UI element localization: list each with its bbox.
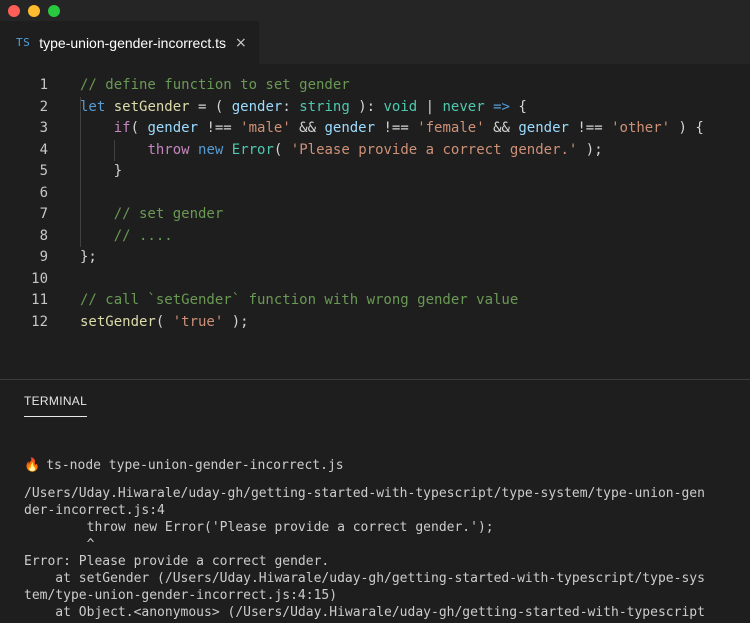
zoom-window-button[interactable] <box>48 5 60 17</box>
code-text: } <box>80 161 122 183</box>
line-number: 3 <box>39 120 48 136</box>
code-token: Error <box>231 141 274 158</box>
code-token: new <box>198 141 224 158</box>
minimize-window-button[interactable] <box>28 5 40 17</box>
line-number: 4 <box>39 141 48 158</box>
code-token: ( <box>130 120 148 136</box>
code-token: gender <box>518 120 569 136</box>
terminal-output-line: at Object.<anonymous> (/Users/Uday.Hiwar… <box>24 605 705 620</box>
fire-icon: 🔥 <box>24 458 41 473</box>
code-text: // set gender <box>80 204 224 226</box>
code-token: setGender <box>113 98 190 115</box>
code-token: setGender <box>80 313 156 330</box>
tab-terminal[interactable]: TERMINAL <box>24 394 88 417</box>
code-token: // set gender <box>113 206 224 222</box>
tab-file[interactable]: TS type-union-gender-incorrect.ts × <box>0 21 259 64</box>
code-token: !== <box>568 120 612 136</box>
code-token: void <box>383 98 418 115</box>
line-number: 7 <box>39 206 48 222</box>
terminal-output[interactable]: 🔥 ts-node type-union-gender-incorrect.js … <box>24 457 730 621</box>
code-token: gender <box>324 120 376 136</box>
terminal-command: ts-node type-union-gender-incorrect.js <box>46 458 344 473</box>
line-number: 1 <box>39 77 48 93</box>
code-token: => <box>493 98 510 115</box>
line-number: 8 <box>39 227 48 244</box>
code-token: !== <box>198 120 241 136</box>
code-token: // call `setGender` function with wrong … <box>80 292 519 308</box>
code-token: 'female' <box>417 120 485 136</box>
code-text: }; <box>80 247 97 269</box>
code-token: ); <box>577 141 603 158</box>
terminal-output-line: /Users/Uday.Hiwarale/uday-gh/getting-sta… <box>24 486 705 501</box>
close-icon[interactable]: × <box>235 35 247 51</box>
code-token: 'other' <box>611 120 671 136</box>
title-bar <box>0 0 750 21</box>
code-text: let setGender = ( gender: string ): void… <box>80 97 527 119</box>
editor-window: TS type-union-gender-incorrect.ts × 1 // … <box>0 0 750 623</box>
code-token: gender <box>231 98 283 115</box>
typescript-file-icon: TS <box>16 36 31 49</box>
code-token: && <box>484 120 519 136</box>
code-token: // define function to set gender <box>80 77 350 93</box>
terminal-output-line: ^ <box>24 537 95 552</box>
code-token: let <box>80 98 106 115</box>
code-text: // call `setGender` function with wrong … <box>80 290 518 312</box>
line-number: 2 <box>39 98 48 115</box>
terminal-panel: TERMINAL 🔥 ts-node type-union-gender-inco… <box>0 379 750 623</box>
code-token: : <box>282 98 300 115</box>
code-token: { <box>509 98 527 115</box>
code-text: // .... <box>80 226 173 248</box>
code-token: // .... <box>113 227 173 244</box>
line-number: 10 <box>31 270 48 287</box>
line-number: 9 <box>39 249 48 265</box>
code-token: 'Please provide a correct gender.' <box>290 141 578 158</box>
terminal-command-line: 🔥 ts-node type-union-gender-incorrect.js <box>24 457 730 474</box>
terminal-output-line: der-incorrect.js:4 <box>24 503 165 518</box>
code-token: ( <box>273 141 291 158</box>
code-token: ( <box>155 313 173 330</box>
code-token: throw <box>147 141 190 158</box>
code-text: if( gender !== 'male' && gender !== 'fem… <box>80 118 704 140</box>
code-token: 'true' <box>172 313 224 330</box>
line-number: 11 <box>31 292 48 308</box>
code-text: // define function to set gender <box>80 75 350 97</box>
code-token: ) { <box>670 120 704 136</box>
tab-bar: TS type-union-gender-incorrect.ts × <box>0 21 750 64</box>
terminal-output-line: tem/type-union-gender-incorrect.js:4:15) <box>24 588 338 603</box>
line-number: 12 <box>31 313 48 330</box>
terminal-spacer <box>24 474 730 485</box>
code-editor[interactable]: 1 // define function to set gender 2 let se… <box>0 64 750 379</box>
code-token: string <box>299 98 350 115</box>
terminal-output-line: throw new Error('Please provide a correc… <box>24 520 494 535</box>
code-token: ); <box>223 313 249 330</box>
code-token: if <box>113 120 131 136</box>
code-token: gender <box>147 120 199 136</box>
code-token: } <box>80 163 123 179</box>
code-text: throw new Error( 'Please provide a corre… <box>80 140 603 162</box>
code-token: never <box>442 98 485 115</box>
code-token: ): <box>349 98 384 115</box>
code-token: }; <box>80 249 97 265</box>
terminal-output-line: Error: Please provide a correct gender. <box>24 554 330 569</box>
terminal-output-line: at setGender (/Users/Uday.Hiwarale/uday-… <box>24 571 705 586</box>
code-token: && <box>290 120 325 136</box>
code-token: !== <box>375 120 418 136</box>
code-text: setGender( 'true' ); <box>80 312 249 334</box>
tab-filename: type-union-gender-incorrect.ts <box>39 34 227 51</box>
line-number: 5 <box>39 163 48 179</box>
code-token: 'male' <box>240 120 291 136</box>
code-token: | <box>417 98 443 115</box>
line-number: 6 <box>39 184 48 201</box>
close-window-button[interactable] <box>8 5 20 17</box>
code-token: = ( <box>189 98 232 115</box>
